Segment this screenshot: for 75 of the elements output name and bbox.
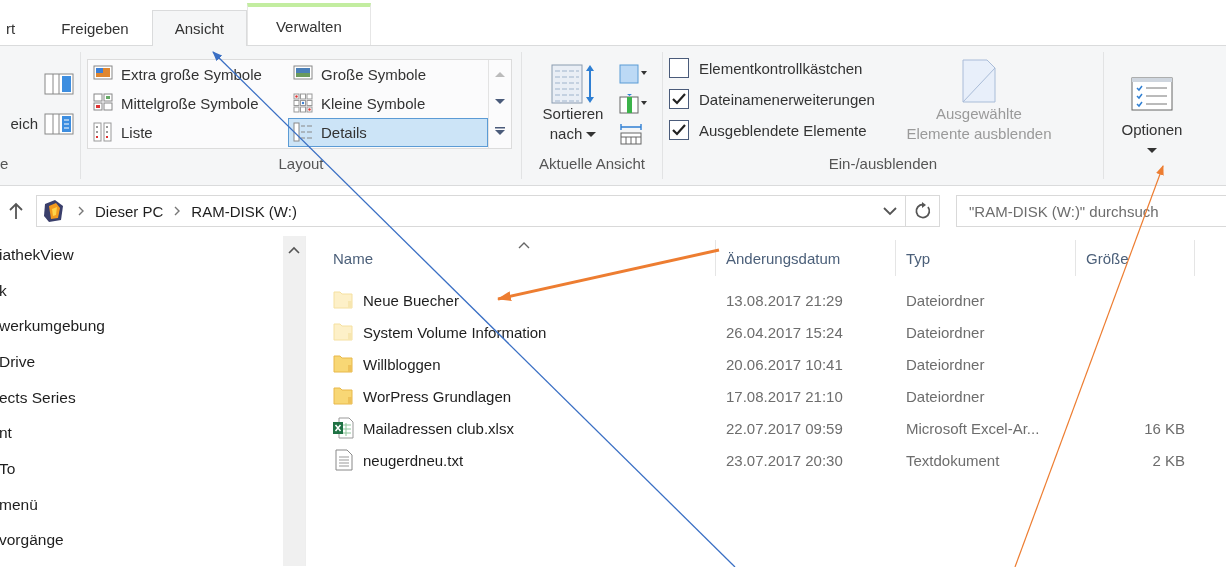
pane-icon <box>44 112 74 135</box>
options-button[interactable]: Optionen <box>1121 77 1183 154</box>
layout-option[interactable]: Liste <box>88 117 288 147</box>
group-label: e <box>0 155 10 174</box>
ribbon-tab[interactable]: Verwalten <box>246 3 371 45</box>
checkbox[interactable]: Elementkontrollkästchen <box>669 58 875 78</box>
view-icon <box>293 122 313 142</box>
nav-item[interactable]: To <box>0 459 283 495</box>
file-name[interactable]: Willbloggen <box>333 353 715 375</box>
type-cell-text: Dateiordner <box>905 291 986 309</box>
caret-icon <box>1147 148 1157 154</box>
file-name[interactable]: Neue Buecher <box>333 289 715 311</box>
layout-option[interactable]: Große Symbole <box>288 59 488 89</box>
size-cell-text: 16 KB <box>1143 419 1185 437</box>
file-name[interactable]: neugerdneu.txt <box>333 449 715 471</box>
caret-icon <box>586 131 597 138</box>
checkmark-icon <box>672 93 686 105</box>
column-header[interactable]: Änderungsdatum <box>715 240 895 276</box>
dropdown-icon[interactable] <box>883 206 897 216</box>
type-cell-text: Dateiordner <box>905 323 986 341</box>
nav-item[interactable]: ects Series <box>0 387 283 424</box>
pane-button[interactable]: eich <box>10 112 74 135</box>
pane-icon[interactable] <box>44 72 74 95</box>
type-cell-text: Dateiordner <box>905 387 986 405</box>
options-icon <box>1131 77 1173 111</box>
address-bar[interactable]: Dieser PC RAM-DISK (W:) <box>36 195 906 227</box>
layout-option[interactable]: Details <box>288 117 488 147</box>
columns-icon[interactable] <box>618 92 648 115</box>
type-cell-text: Textdokument <box>905 451 1001 469</box>
breadcrumb[interactable]: Dieser PC <box>95 202 164 220</box>
scroll-down-icon[interactable] <box>495 99 505 105</box>
expand-icon[interactable] <box>495 127 505 137</box>
type-cell-text: Dateiordner <box>905 355 986 373</box>
file-name[interactable]: Mailadressen club.xlsx <box>333 417 715 439</box>
date-cell-text: 26.04.2017 15:24 <box>725 323 844 341</box>
group-label: Ein-/ausblenden <box>827 155 939 174</box>
date-cell-text: 23.07.2017 20:30 <box>725 451 844 469</box>
nav-item[interactable]: iathekView <box>0 245 283 281</box>
ribbon-tab[interactable]: Ansicht <box>151 10 247 46</box>
date-cell-text: 13.08.2017 21:29 <box>725 291 844 309</box>
checkbox[interactable]: Ausgeblendete Elemente <box>669 120 875 140</box>
nav-item[interactable]: nt <box>0 423 283 460</box>
file-name[interactable]: WorPress Grundlagen <box>333 385 715 407</box>
chevron-icon <box>173 205 182 217</box>
nav-item[interactable]: k <box>0 280 283 317</box>
date-cell-text: 22.07.2017 09:59 <box>725 419 844 437</box>
document-icon <box>960 58 997 104</box>
type-cell-text: Microsoft Excel-Ar... <box>905 419 1041 437</box>
layout-option[interactable]: Kleine Symbole <box>288 88 488 118</box>
checkmark-icon <box>672 124 686 136</box>
sort-icon <box>551 63 595 104</box>
group-label: Aktuelle Ansicht <box>538 155 646 174</box>
scroll-up-icon[interactable] <box>288 246 300 254</box>
refresh-icon <box>913 202 932 220</box>
layout-option[interactable]: Mittelgroße Symbole <box>88 88 288 118</box>
date-cell-text: 20.06.2017 10:41 <box>725 355 844 373</box>
refresh-button[interactable] <box>906 195 940 227</box>
column-header[interactable]: Größe <box>1075 240 1195 276</box>
view-icon <box>93 93 113 113</box>
sort-caret-icon <box>518 241 530 249</box>
view-icon <box>293 93 313 113</box>
group-label: Layout <box>277 155 325 174</box>
checkbox[interactable]: Dateinamenerweiterungen <box>669 89 875 109</box>
column-header[interactable]: Typ <box>895 240 1075 276</box>
sort-button[interactable]: Sortieren nach <box>536 63 610 144</box>
column-header[interactable]: Name <box>333 240 715 276</box>
breadcrumb[interactable]: RAM-DISK (W:) <box>191 202 297 220</box>
nav-item[interactable]: menü <box>0 494 283 531</box>
chevron-icon <box>77 205 85 217</box>
size-cell-text: 2 KB <box>1151 451 1185 469</box>
scrollbar[interactable] <box>283 236 305 566</box>
nav-item[interactable]: Drive <box>0 352 283 388</box>
view-icon <box>93 122 113 142</box>
up-arrow-icon[interactable] <box>8 202 24 220</box>
date-cell-text: 17.08.2017 21:10 <box>725 387 844 405</box>
